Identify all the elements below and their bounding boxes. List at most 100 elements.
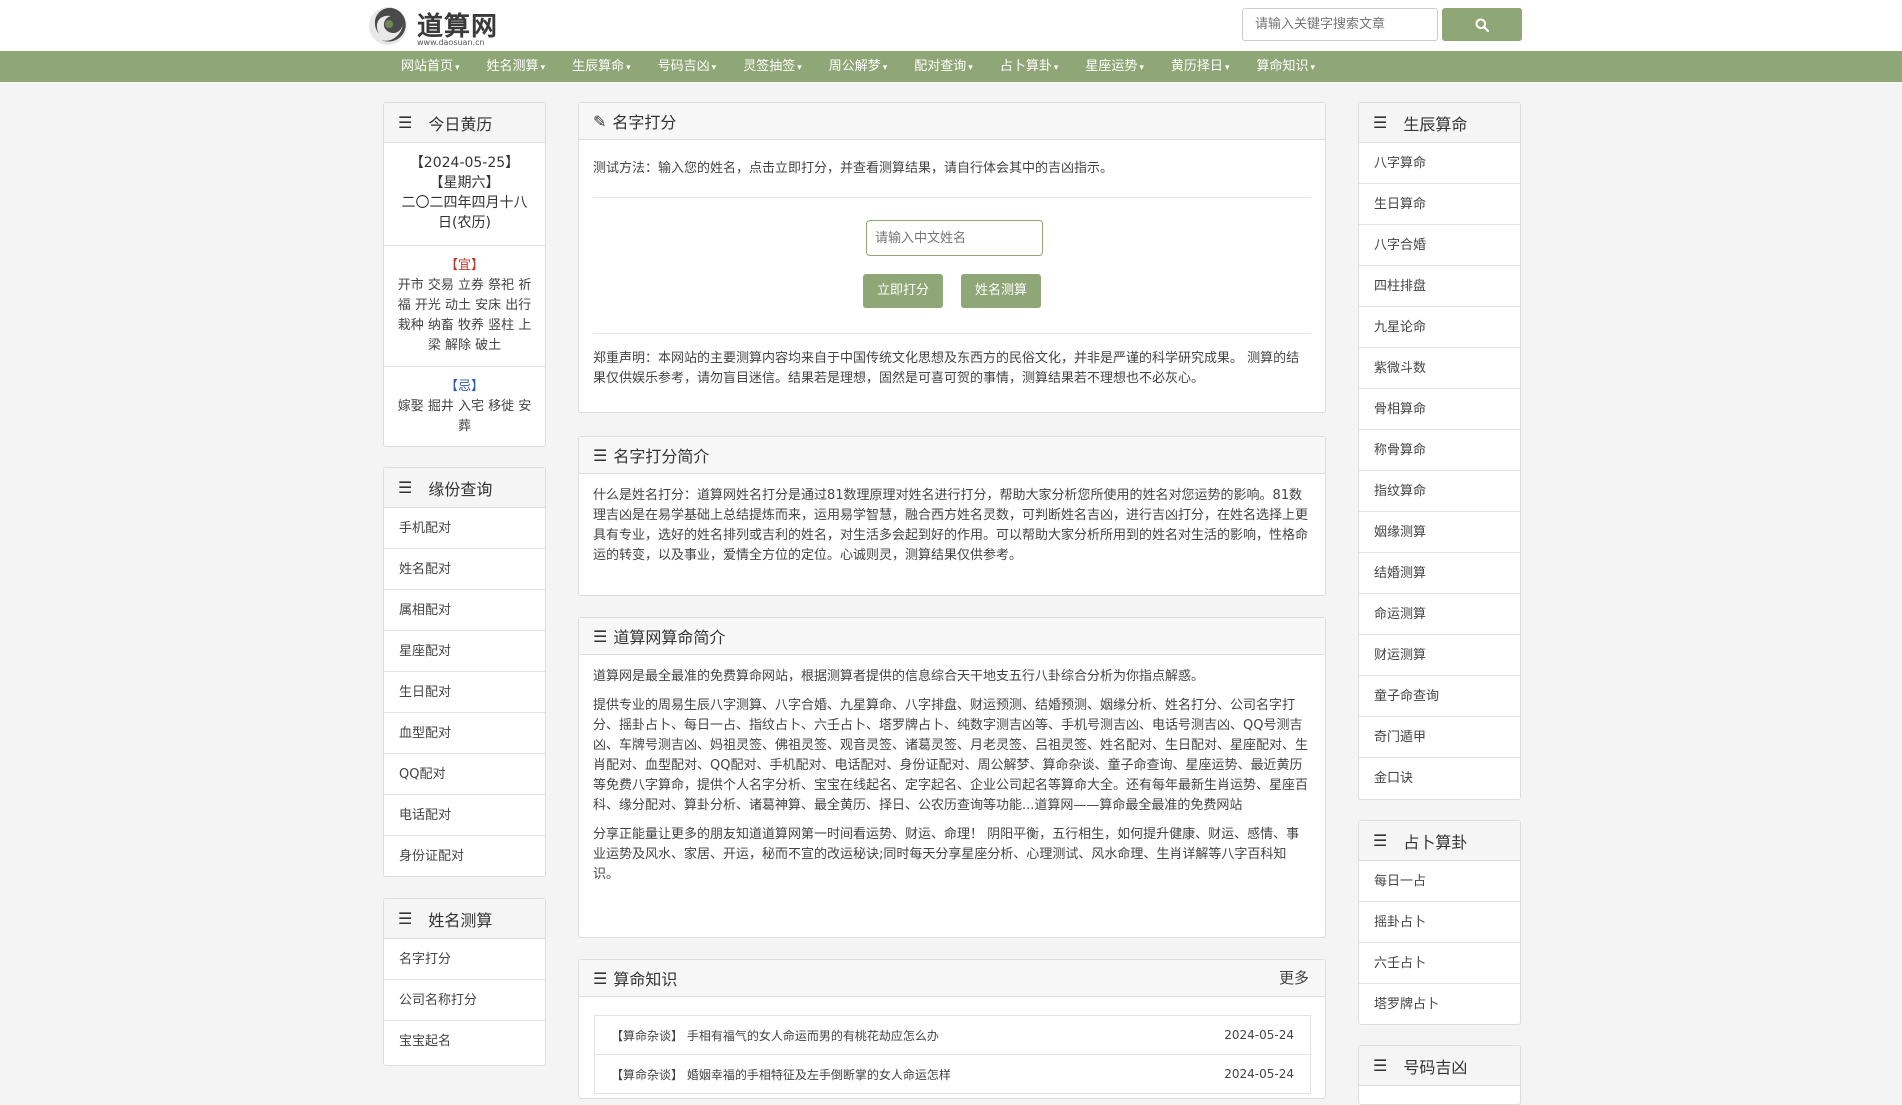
calendar-yi-block: 【宜】 开市 交易 立券 祭祀 祈福 开光 动土 安床 出行 栽种 纳畜 牧养 … bbox=[384, 246, 545, 367]
score-panel: ✎ 名字打分 测试方法：输入您的姓名，点击立即打分，并查看测算结果，请自行体会其… bbox=[578, 102, 1326, 413]
sidebar-item-birthday-match[interactable]: 生日配对 bbox=[384, 672, 545, 713]
article-title: 【算命杂谈】 手相有福气的女人命运而男的有桃花劫应怎么办 bbox=[611, 1028, 939, 1043]
sidebar-item-wealth[interactable]: 财运测算 bbox=[1359, 635, 1520, 676]
sidebar-item-blood-match[interactable]: 血型配对 bbox=[384, 713, 545, 754]
caret-down-icon: ▾ bbox=[626, 63, 631, 73]
calendar-ji-block: 【忌】 嫁娶 掘井 入宅 移徙 安葬 bbox=[384, 367, 545, 447]
score-now-button[interactable]: 立即打分 bbox=[863, 274, 943, 308]
nav-item-knowledge[interactable]: 算命知识 ▾ bbox=[1256, 51, 1315, 82]
nav-item-home[interactable]: 网站首页 ▾ bbox=[401, 51, 460, 82]
sidebar-item-bone-reading[interactable]: 骨相算命 bbox=[1359, 389, 1520, 430]
sidebar-item-four-pillars[interactable]: 四柱排盘 bbox=[1359, 266, 1520, 307]
sidebar-item-coin[interactable]: 摇卦占卜 bbox=[1359, 902, 1520, 943]
sidebar-item-tel-match[interactable]: 电话配对 bbox=[384, 795, 545, 836]
list-icon: ☰ bbox=[1373, 113, 1388, 132]
sidebar-item-birthday[interactable]: 生日算命 bbox=[1359, 184, 1520, 225]
sidebar-item-fingerprint[interactable]: 指纹算命 bbox=[1359, 471, 1520, 512]
more-link[interactable]: 更多 bbox=[1279, 960, 1309, 997]
sidebar-item-id-match[interactable]: 身份证配对 bbox=[384, 836, 545, 877]
nav-item-dream[interactable]: 周公解梦 ▾ bbox=[829, 51, 888, 82]
about-paragraph: 提供专业的周易生辰八字测算、八字合婚、九星算命、八字排盘、财运预测、结婚预测、姻… bbox=[593, 698, 1309, 813]
sidebar-item-zodiac-match[interactable]: 属相配对 bbox=[384, 590, 545, 631]
list-item[interactable]: 【算命杂谈】 婚姻幸福的手相特征及左手倒断掌的女人命运怎样 2024-05-24 bbox=[594, 1054, 1311, 1094]
nav-item-name-test[interactable]: 姓名测算 ▾ bbox=[487, 51, 546, 82]
sidebar-item-bazi[interactable]: 八字算命 bbox=[1359, 143, 1520, 184]
logo-swirl-icon bbox=[369, 7, 407, 45]
score-title: 名字打分 bbox=[612, 113, 677, 132]
nav-item-birth[interactable]: 生辰算命 ▾ bbox=[572, 51, 631, 82]
panel-header: ☰ 算命知识 更多 bbox=[579, 960, 1325, 997]
sidebar-item-liuren[interactable]: 六壬占卜 bbox=[1359, 943, 1520, 984]
match-panel: ☰ 缘份查询 手机配对 姓名配对 属相配对 星座配对 生日配对 血型配对 QQ配… bbox=[383, 467, 546, 877]
yi-text: 开市 交易 立券 祭祀 祈福 开光 动土 安床 出行 栽种 纳畜 牧养 竖柱 上… bbox=[397, 278, 532, 353]
birth-panel: ☰ 生辰算命 八字算命 生日算命 八字合婚 四柱排盘 九星论命 紫微斗数 骨相算… bbox=[1358, 102, 1521, 800]
sidebar-item-bone-weight[interactable]: 称骨算命 bbox=[1359, 430, 1520, 471]
nav-label: 星座运势 bbox=[1085, 59, 1138, 74]
score-method: 测试方法：输入您的姓名，点击立即打分，并查看测算结果，请自行体会其中的吉凶指示。 bbox=[593, 161, 1114, 176]
nav-item-horoscope[interactable]: 星座运势 ▾ bbox=[1085, 51, 1144, 82]
divider bbox=[593, 197, 1311, 198]
sidebar-item-ziwei[interactable]: 紫微斗数 bbox=[1359, 348, 1520, 389]
list-icon: ☰ bbox=[1373, 1056, 1388, 1075]
edit-icon: ✎ bbox=[593, 111, 607, 131]
sidebar-item-tarot[interactable]: 塔罗牌占卜 bbox=[1359, 984, 1520, 1025]
panel-header: ☰ 姓名测算 bbox=[384, 899, 545, 939]
list-icon: ☰ bbox=[398, 478, 413, 497]
caret-down-icon: ▾ bbox=[1310, 63, 1316, 73]
panel-header: ☰ 缘份查询 bbox=[384, 468, 545, 508]
number-title: 号码吉凶 bbox=[1403, 1057, 1468, 1077]
divination-title: 占卜算卦 bbox=[1403, 832, 1468, 852]
sidebar-item-name-match[interactable]: 姓名配对 bbox=[384, 549, 545, 590]
sidebar-item-child-fate[interactable]: 童子命查询 bbox=[1359, 676, 1520, 717]
divider bbox=[593, 333, 1311, 334]
sidebar-item-bazi-marriage[interactable]: 八字合婚 bbox=[1359, 225, 1520, 266]
calendar-panel: ☰ 今日黄历 【2024-05-25】 【星期六】 二〇二四年四月十八日(农历)… bbox=[383, 102, 546, 447]
main-nav: 网站首页 ▾ 姓名测算 ▾ 生辰算命 ▾ 号码吉凶 ▾ 灵签抽签 ▾ 周公解梦 ▾ 配对查询… bbox=[0, 51, 1902, 82]
sidebar-item-daily[interactable]: 每日一占 bbox=[1359, 861, 1520, 902]
nav-label: 灵签抽签 bbox=[743, 59, 796, 74]
panel-header: ✎ 名字打分 bbox=[579, 103, 1325, 140]
panel-header: ☰ 号码吉凶 bbox=[1359, 1046, 1520, 1086]
name-test-button[interactable]: 姓名测算 bbox=[961, 274, 1041, 308]
sidebar-item-star-match[interactable]: 星座配对 bbox=[384, 631, 545, 672]
name-input[interactable] bbox=[866, 220, 1043, 256]
intro-panel: ☰ 名字打分简介 什么是姓名打分：道算网姓名打分是通过81数理原理对姓名进行打分… bbox=[578, 436, 1326, 596]
nav-label: 号码吉凶 bbox=[657, 59, 710, 74]
knowledge-title: 算命知识 bbox=[613, 970, 678, 989]
list-item[interactable]: 【算命杂谈】 手相有福气的女人命运而男的有桃花劫应怎么办 2024-05-24 bbox=[594, 1015, 1311, 1055]
search-input[interactable] bbox=[1242, 8, 1438, 41]
nav-item-divination[interactable]: 占卜算卦 ▾ bbox=[1000, 51, 1059, 82]
sidebar-item-jinkoujue[interactable]: 金口诀 bbox=[1359, 758, 1520, 799]
sidebar-item-qimen[interactable]: 奇门遁甲 bbox=[1359, 717, 1520, 758]
nav-item-lots[interactable]: 灵签抽签 ▾ bbox=[743, 51, 802, 82]
top-header: 道算网 www.daosuan.cn bbox=[0, 0, 1902, 51]
nav-label: 网站首页 bbox=[401, 59, 454, 74]
birth-title: 生辰算命 bbox=[1403, 114, 1468, 134]
site-logo[interactable]: 道算网 www.daosuan.cn bbox=[367, 4, 507, 48]
nav-item-number[interactable]: 号码吉凶 ▾ bbox=[658, 51, 717, 82]
article-date: 2024-05-24 bbox=[1224, 1067, 1294, 1081]
list-icon: ☰ bbox=[398, 113, 413, 132]
nav-item-match[interactable]: 配对查询 ▾ bbox=[914, 51, 973, 82]
name-test-panel: ☰ 姓名测算 名字打分 公司名称打分 宝宝起名 bbox=[383, 898, 546, 1066]
calendar-title: 今日黄历 bbox=[428, 114, 493, 134]
about-title: 道算网算命简介 bbox=[613, 628, 726, 647]
sidebar-item-fate[interactable]: 命运测算 bbox=[1359, 594, 1520, 635]
logo-url: www.daosuan.cn bbox=[417, 38, 485, 47]
sidebar-item-marriage[interactable]: 结婚测算 bbox=[1359, 553, 1520, 594]
search-button[interactable] bbox=[1442, 8, 1522, 41]
sidebar-item-baby-naming[interactable]: 宝宝起名 bbox=[384, 1021, 545, 1062]
sidebar-item-company-score[interactable]: 公司名称打分 bbox=[384, 980, 545, 1021]
sidebar-item-name-score[interactable]: 名字打分 bbox=[384, 939, 545, 980]
nav-label: 姓名测算 bbox=[486, 59, 539, 74]
panel-header: ☰ 生辰算命 bbox=[1359, 103, 1520, 143]
sidebar-item-nine-star[interactable]: 九星论命 bbox=[1359, 307, 1520, 348]
sidebar-item-phone-match[interactable]: 手机配对 bbox=[384, 508, 545, 549]
sidebar-item-qq-match[interactable]: QQ配对 bbox=[384, 754, 545, 795]
panel-header: ☰ 名字打分简介 bbox=[579, 437, 1325, 474]
nav-item-almanac[interactable]: 黄历择日 ▾ bbox=[1171, 51, 1230, 82]
sidebar-item-love[interactable]: 姻缘测算 bbox=[1359, 512, 1520, 553]
knowledge-panel: ☰ 算命知识 更多 【算命杂谈】 手相有福气的女人命运而男的有桃花劫应怎么办 2… bbox=[578, 959, 1326, 1099]
panel-header: ☰ 今日黄历 bbox=[384, 103, 545, 143]
nav-label: 黄历择日 bbox=[1170, 59, 1223, 74]
